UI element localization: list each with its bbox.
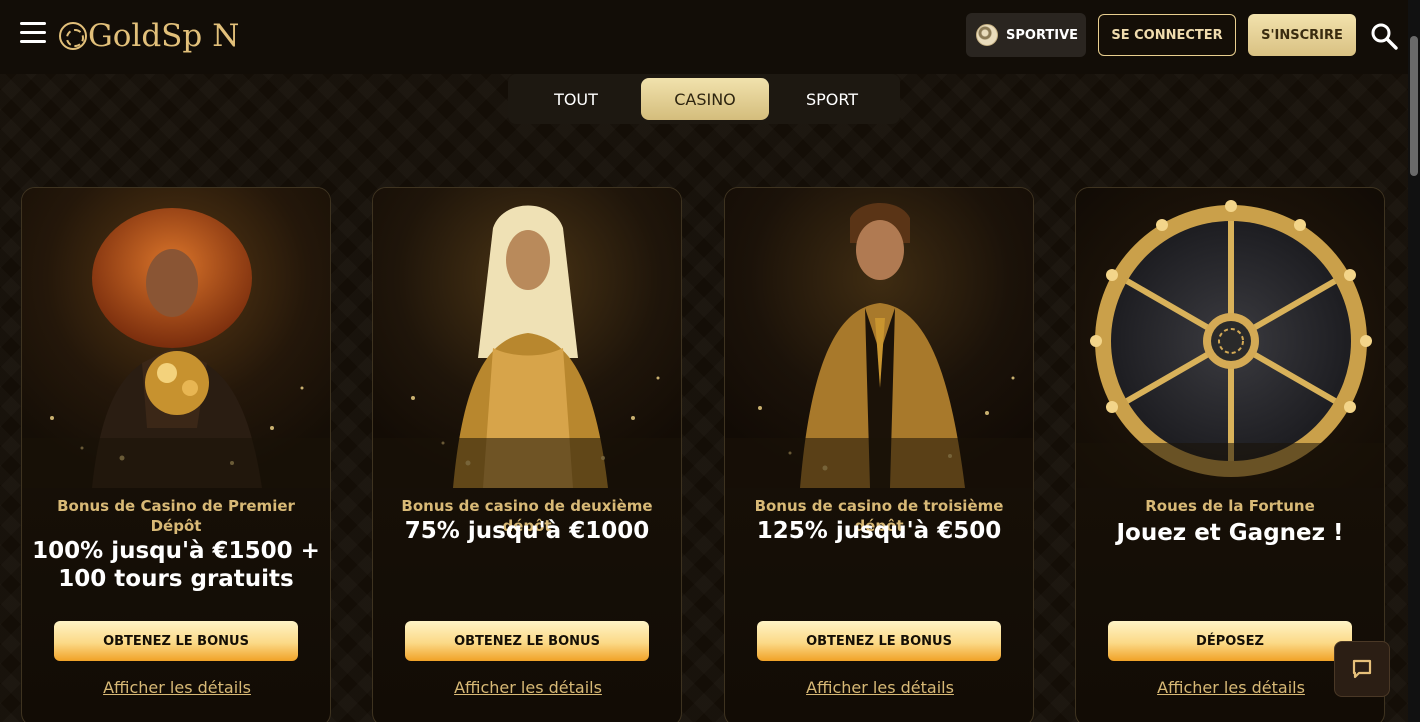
card-offer: 100% jusqu'à €1500 + 100 tours gratuits — [32, 538, 320, 592]
logo-text: GoldSp — [88, 18, 203, 54]
menu-icon[interactable] — [20, 22, 46, 44]
card-image-blonde-woman-gold-dress — [373, 188, 681, 488]
card-image-fortune-wheel — [1076, 188, 1384, 488]
site-logo[interactable]: GoldSp N — [58, 14, 239, 58]
chat-button[interactable] — [1334, 641, 1390, 697]
deposit-button[interactable]: DÉPOSEZ — [1108, 621, 1352, 661]
login-button[interactable]: SE CONNECTER — [1098, 14, 1236, 56]
search-icon[interactable] — [1370, 22, 1398, 50]
soccer-ball-icon — [976, 24, 998, 46]
card-image-man-gold-suit — [725, 188, 1033, 488]
card-offer: 75% jusqu'à €1000 — [404, 518, 650, 544]
details-link[interactable]: Afficher les détails — [725, 678, 1033, 697]
top-header: GoldSp N SPORTIVE SE CONNECTER S'INSCRIR… — [0, 0, 1408, 74]
tab-tout[interactable]: TOUT — [512, 78, 640, 120]
sportive-button[interactable]: SPORTIVE — [966, 13, 1086, 57]
logo-text-end: N — [212, 18, 240, 54]
chat-icon — [1352, 659, 1372, 679]
get-bonus-button[interactable]: OBTENEZ LE BONUS — [54, 621, 298, 661]
bonus-category-tabs: TOUT CASINO SPORT — [508, 74, 900, 124]
card-title: Roues de la Fortune — [1145, 497, 1315, 515]
tab-casino[interactable]: CASINO — [641, 78, 769, 120]
get-bonus-button[interactable]: OBTENEZ LE BONUS — [405, 621, 649, 661]
bonus-card-1: Bonus de Casino de Premier Dépôt 100% ju… — [21, 187, 331, 722]
signup-button[interactable]: S'INSCRIRE — [1248, 14, 1356, 56]
details-link[interactable]: Afficher les détails — [373, 678, 681, 697]
card-title: Bonus de Casino de Premier Dépôt — [57, 497, 295, 535]
bonus-card-2: Bonus de casino de deuxième dépôt 75% ju… — [372, 187, 682, 722]
details-link[interactable]: Afficher les détails — [22, 678, 330, 697]
tab-sport[interactable]: SPORT — [768, 78, 896, 120]
logo-spin-icon — [59, 22, 87, 50]
card-image-woman-gold-ball — [22, 188, 330, 488]
card-offer: Jouez et Gagnez ! — [1116, 520, 1344, 546]
sportive-label: SPORTIVE — [1006, 27, 1079, 43]
bonus-card-3: Bonus de casino de troisième dépôt 125% … — [724, 187, 1034, 722]
card-offer: 125% jusqu'à €500 — [756, 518, 1002, 544]
scrollbar-thumb[interactable] — [1410, 36, 1418, 176]
get-bonus-button[interactable]: OBTENEZ LE BONUS — [757, 621, 1001, 661]
